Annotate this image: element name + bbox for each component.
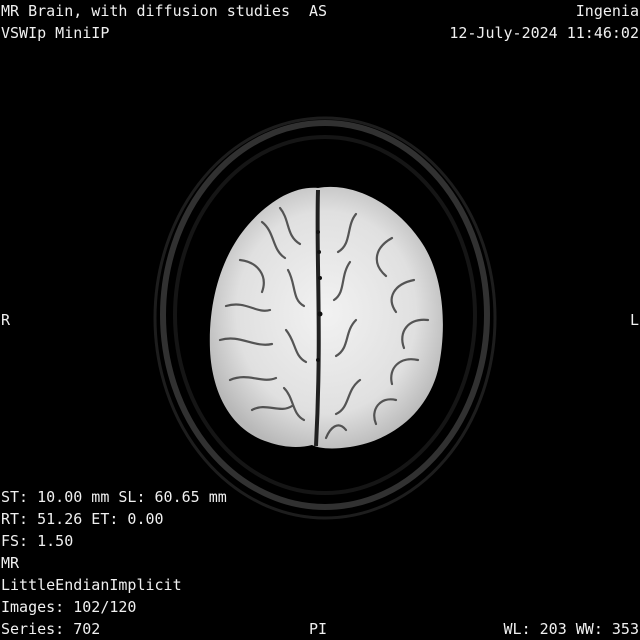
device-name: Ingenia (575, 2, 639, 20)
top-center-overlay: AS (309, 0, 327, 22)
orientation-top: AS (309, 2, 328, 20)
brain-tissue (209, 186, 443, 449)
image-counter: Images: 102/120 (1, 598, 137, 616)
modality-label: MR (1, 554, 20, 572)
orientation-right: L (629, 311, 639, 329)
repetition-echo-time: RT: 51.26 ET: 0.00 (1, 510, 164, 528)
transfer-syntax: LittleEndianImplicit (1, 576, 182, 594)
series-number: Series: 702 (1, 620, 101, 638)
window-level-width: WL: 203 WW: 353 (503, 620, 639, 638)
orientation-left: R (1, 311, 11, 329)
top-left-overlay: MR Brain, with diffusion studies VSWIp M… (1, 0, 290, 44)
top-right-overlay: Ingenia 12-July-2024 11:46:02 (449, 0, 639, 44)
acquisition-datetime: 12-July-2024 11:46:02 (449, 24, 639, 42)
field-strength: FS: 1.50 (1, 532, 74, 550)
study-description: MR Brain, with diffusion studies (1, 2, 290, 20)
orientation-bottom: PI (309, 620, 328, 638)
slice-thickness-location: ST: 10.00 mm SL: 60.65 mm (1, 488, 227, 506)
series-description: VSWIp MiniIP (1, 24, 110, 42)
bottom-left-overlay: ST: 10.00 mm SL: 60.65 mm RT: 51.26 ET: … (1, 486, 227, 640)
image-viewport[interactable]: MR Brain, with diffusion studies VSWIp M… (0, 0, 640, 640)
